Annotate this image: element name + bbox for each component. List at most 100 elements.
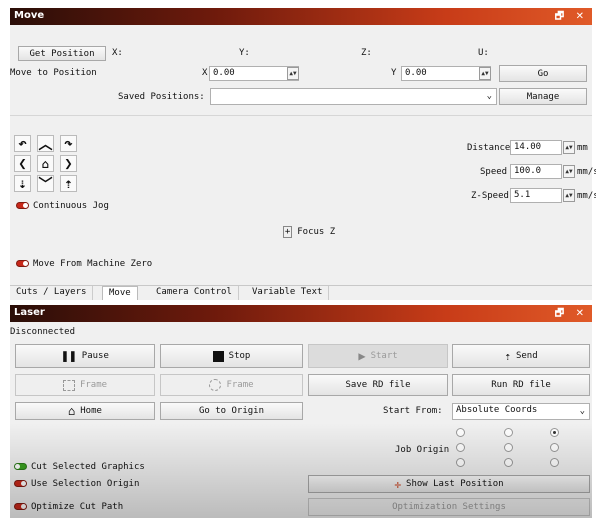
run-rd-file-button[interactable]: Run RD file <box>452 374 590 396</box>
send-button[interactable]: ⇡ Send <box>452 344 590 368</box>
chevron-up-icon: ︿ <box>38 136 53 153</box>
saved-positions-dropdown[interactable]: ⌄ <box>210 88 497 105</box>
z-down-icon: ⇣ <box>18 175 27 192</box>
optimize-cut-path-label: Optimize Cut Path <box>31 502 124 512</box>
zspeed-value: 5.1 <box>514 190 531 200</box>
manage-label: Manage <box>526 91 560 102</box>
tab-move[interactable]: Move <box>102 286 138 300</box>
move-window-controls[interactable]: 🗗 ✕ <box>555 9 588 26</box>
move-panel: Get Position X: Y: Z: U: Move to Positio… <box>10 25 596 285</box>
x-position-value: 0.00 <box>213 68 235 78</box>
optimize-cut-path-toggle[interactable] <box>14 503 27 510</box>
home-icon: ⌂ <box>41 156 50 171</box>
get-position-label: Get Position <box>29 48 95 59</box>
chevron-right-icon: ❯ <box>64 155 73 172</box>
jog-up-button[interactable]: ︿ <box>37 135 54 153</box>
job-origin-radio-ml[interactable] <box>456 443 465 452</box>
jog-right-button[interactable]: ❯ <box>60 155 77 172</box>
optimization-settings-button[interactable]: Optimization Settings <box>308 498 590 516</box>
start-button[interactable]: ▶ Start <box>308 344 448 368</box>
jog-down-button[interactable]: ﹀ <box>37 175 54 193</box>
cut-selected-graphics-label: Cut Selected Graphics <box>31 462 145 472</box>
tab-variable-text[interactable]: Variable Text <box>246 286 330 300</box>
play-icon: ▶ <box>358 349 366 363</box>
job-origin-radio-tr[interactable] <box>550 428 559 437</box>
crosshair-icon: + <box>282 225 293 238</box>
laser-panel: Disconnected ❚❚ Pause Stop ▶ Start ⇡ Sen… <box>10 322 592 518</box>
speed-spinner[interactable]: ▲▼ <box>563 165 575 178</box>
connection-status: Disconnected <box>10 327 76 337</box>
frame-button[interactable]: Frame <box>15 374 155 396</box>
stop-icon <box>212 350 224 362</box>
use-selection-origin-toggle[interactable] <box>14 480 27 487</box>
job-origin-radio-bc[interactable] <box>504 458 513 467</box>
rotate-cw-button[interactable]: ↷ <box>60 135 77 152</box>
laser-title: Laser <box>14 307 45 318</box>
x-position-input[interactable]: 0.00 <box>209 66 299 81</box>
zspeed-input[interactable]: 5.1 <box>510 188 562 203</box>
divider <box>10 115 592 116</box>
laser-window-controls[interactable]: 🗗 ✕ <box>555 306 588 323</box>
y-field-label: Y <box>391 68 397 78</box>
x-field-label: X <box>202 68 208 78</box>
chevron-left-icon: ❮ <box>18 155 27 172</box>
job-origin-radio-br[interactable] <box>550 458 559 467</box>
tab-cuts-layers[interactable]: Cuts / Layers <box>10 286 94 300</box>
cut-selected-graphics-toggle[interactable] <box>14 463 27 470</box>
y-spinner[interactable]: ▲▼ <box>479 67 491 80</box>
frame-circle-button[interactable]: Frame <box>160 374 303 396</box>
distance-input[interactable]: 14.00 <box>510 140 562 155</box>
laser-titlebar[interactable]: Laser 🗗 ✕ <box>10 305 592 322</box>
show-last-position-button[interactable]: ✛ Show Last Position <box>308 475 590 493</box>
go-button[interactable]: Go <box>499 65 587 82</box>
focus-z-label: Focus Z <box>297 226 336 237</box>
y-position-value: 0.00 <box>405 68 427 78</box>
rotate-ccw-button[interactable]: ↶ <box>14 135 31 152</box>
zspeed-label: Z-Speed <box>471 191 509 201</box>
z-up-button[interactable]: ⇡ <box>60 175 77 192</box>
go-to-origin-label: Go to Origin <box>198 406 265 416</box>
focus-z-button[interactable]: + Focus Z <box>273 223 345 240</box>
manage-button[interactable]: Manage <box>499 88 587 105</box>
stop-button[interactable]: Stop <box>160 344 303 368</box>
move-from-machine-zero-label: Move From Machine Zero <box>33 259 153 269</box>
start-from-dropdown[interactable]: Absolute Coords ⌄ <box>452 403 590 420</box>
x-spinner[interactable]: ▲▼ <box>287 67 299 80</box>
continuous-jog-toggle[interactable] <box>16 202 29 209</box>
move-to-position-label: Move to Position <box>10 68 97 78</box>
saved-positions-label: Saved Positions: <box>118 92 205 102</box>
frame-circle-label: Frame <box>226 380 254 390</box>
pause-button[interactable]: ❚❚ Pause <box>15 344 155 368</box>
speed-input[interactable]: 100.0 <box>510 164 562 179</box>
use-selection-origin-label: Use Selection Origin <box>31 479 140 489</box>
x-readout-label: X: <box>112 48 123 58</box>
go-to-origin-button[interactable]: Go to Origin <box>160 402 303 420</box>
move-titlebar[interactable]: Move 🗗 ✕ <box>10 8 592 25</box>
crosshair-icon: ✛ <box>394 477 402 491</box>
home-icon: ⌂ <box>68 404 76 418</box>
zspeed-spinner[interactable]: ▲▼ <box>563 189 575 202</box>
speed-value: 100.0 <box>514 166 542 176</box>
optimization-settings-label: Optimization Settings <box>392 502 506 512</box>
jog-home-button[interactable]: ⌂ <box>37 155 54 172</box>
save-rd-file-button[interactable]: Save RD file <box>308 374 448 396</box>
move-from-machine-zero-toggle[interactable] <box>16 260 29 267</box>
z-down-button[interactable]: ⇣ <box>14 175 31 192</box>
zspeed-unit: mm/s <box>577 191 596 201</box>
y-position-input[interactable]: 0.00 <box>401 66 491 81</box>
job-origin-radio-mr[interactable] <box>550 443 559 452</box>
job-origin-radio-bl[interactable] <box>456 458 465 467</box>
u-readout-label: U: <box>478 48 489 58</box>
distance-unit: mm <box>577 143 588 153</box>
move-title: Move <box>14 10 45 21</box>
distance-spinner[interactable]: ▲▼ <box>563 141 575 154</box>
z-readout-label: Z: <box>361 48 372 58</box>
jog-left-button[interactable]: ❮ <box>14 155 31 172</box>
job-origin-radio-tl[interactable] <box>456 428 465 437</box>
job-origin-radio-mc[interactable] <box>504 443 513 452</box>
job-origin-radio-tc[interactable] <box>504 428 513 437</box>
frame-icon <box>62 379 75 391</box>
home-button[interactable]: ⌂ Home <box>15 402 155 420</box>
tab-camera-control[interactable]: Camera Control <box>150 286 239 300</box>
get-position-button[interactable]: Get Position <box>18 46 106 61</box>
